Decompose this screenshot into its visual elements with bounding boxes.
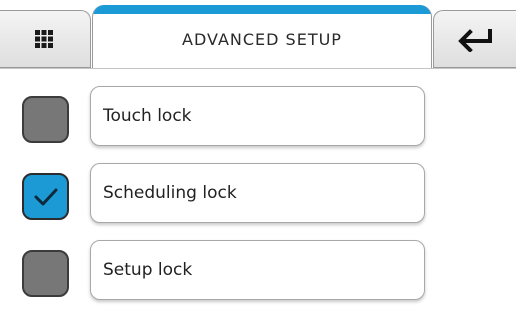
back-button[interactable]: [433, 10, 516, 68]
header-divider: [0, 68, 516, 69]
scheduling-lock-checkbox[interactable]: [22, 173, 69, 220]
touch-lock-label: Touch lock: [103, 106, 192, 126]
checkmark-icon: [34, 188, 57, 205]
touch-lock-button[interactable]: Touch lock: [90, 86, 425, 146]
advanced-setup-screen: ADVANCED SETUP Touch lock Scheduling loc…: [0, 0, 516, 315]
return-arrow-icon: [458, 29, 492, 52]
title-accent-bar: [93, 5, 431, 14]
scheduling-lock-label: Scheduling lock: [103, 183, 237, 203]
header: ADVANCED SETUP: [0, 0, 516, 68]
setup-lock-label: Setup lock: [103, 260, 193, 280]
scheduling-lock-button[interactable]: Scheduling lock: [90, 163, 425, 223]
grid-icon: [35, 30, 53, 48]
menu-button[interactable]: [0, 10, 91, 68]
setup-lock-button[interactable]: Setup lock: [90, 240, 425, 300]
title-tab: ADVANCED SETUP: [92, 5, 432, 68]
setup-lock-checkbox[interactable]: [22, 250, 69, 297]
touch-lock-checkbox[interactable]: [22, 96, 69, 143]
page-title: ADVANCED SETUP: [182, 30, 342, 49]
